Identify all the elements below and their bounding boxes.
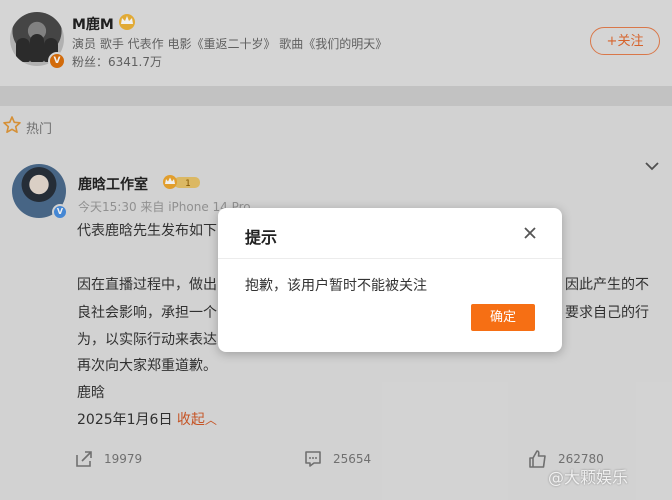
alert-dialog: 提示 抱歉，该用户暂时不能被关注 确定 bbox=[218, 208, 562, 352]
close-icon[interactable] bbox=[522, 225, 538, 241]
weibo-page: V M鹿M 演员 歌手 代表作 电影《重返二十岁》 歌曲《我们的明天》 粉丝：6… bbox=[0, 0, 672, 500]
dialog-message: 抱歉，该用户暂时不能被关注 bbox=[245, 278, 427, 294]
dialog-divider bbox=[218, 258, 562, 259]
confirm-button[interactable]: 确定 bbox=[471, 304, 535, 331]
dialog-title: 提示 bbox=[245, 228, 278, 247]
